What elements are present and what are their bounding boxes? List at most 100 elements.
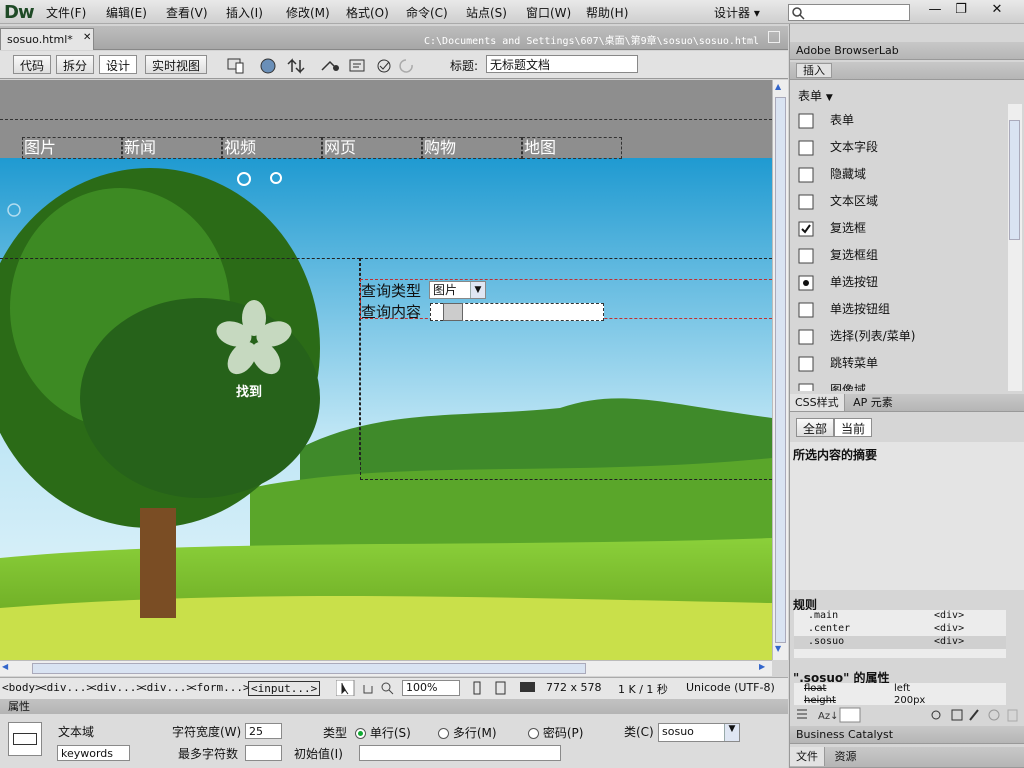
query-type-select[interactable]: 图片 ▼ [429,281,486,299]
css-property-row[interactable]: height 200px [794,695,1006,705]
design-canvas[interactable]: 找到 查询类型 图片 ▼ 查询内容 图片 新闻 视频 网页 购物 地图 [0,80,772,660]
horizontal-scrollbar[interactable]: ◀ ▶ [0,660,772,676]
restore-doc-icon[interactable] [768,31,780,43]
insert-item[interactable]: 复选框 [798,218,1003,244]
insert-item-label: 文本字段 [830,140,879,154]
radio-multi-line[interactable]: 多行(M) [438,724,497,741]
scroll-right-icon[interactable]: ▶ [759,662,765,671]
insert-item[interactable]: 文本字段 [798,137,1003,163]
svg-text:Az↓: Az↓ [818,711,838,722]
tablet-size-icon [495,681,506,695]
insert-scrollbar[interactable] [1008,104,1022,391]
insert-panel-tab[interactable]: 插入 [790,62,1024,80]
insert-item[interactable]: 表单 [798,110,1003,136]
search-icon [792,7,805,20]
rule-selector: .center [808,623,851,634]
maximize-button[interactable]: ❐ [946,1,976,21]
tab-close-icon[interactable]: ✕ [83,32,91,43]
vertical-scroll-thumb[interactable] [775,97,786,643]
char-width-input[interactable]: 25 [245,723,282,739]
insert-item[interactable]: 单选按钮 [798,272,1003,298]
radio-password[interactable]: 密码(P) [528,724,583,741]
max-chars-input[interactable] [245,745,282,761]
menu-item-3[interactable]: 插入(I) [226,4,263,21]
menu-item-9[interactable]: 帮助(H) [586,4,628,21]
insert-item[interactable]: 选择(列表/菜单) [798,326,1003,352]
insert-item[interactable]: 文本区域 [798,191,1003,217]
close-button[interactable]: ✕ [982,1,1012,21]
rule-row[interactable]: .center <div> [794,623,1006,636]
css-property-row[interactable]: float left [794,683,1006,695]
nav-link-0[interactable]: 图片 [22,137,122,159]
file-management-icon [287,58,305,74]
element-name-input[interactable]: keywords [57,745,130,761]
insert-item[interactable]: 图像域 [798,380,1003,391]
radio-icon [798,275,814,291]
insert-item[interactable]: 跳转菜单 [798,353,1003,379]
menu-item-6[interactable]: 命令(C) [406,4,448,21]
menu-item-0[interactable]: 文件(F) [46,4,86,21]
business-catalyst-tab[interactable]: Business Catalyst [790,726,1024,744]
nav-link-1[interactable]: 新闻 [122,137,222,159]
tag-selector-4[interactable]: <form...> [190,681,250,694]
nav-link-5[interactable]: 地图 [522,137,622,159]
menu-item-4[interactable]: 修改(M) [286,4,330,21]
nav-link-3[interactable]: 网页 [322,137,422,159]
design-view-button[interactable]: 设计 [99,55,138,74]
radio-single-line[interactable]: 单行(S) [355,724,411,741]
insert-item[interactable]: 复选框组 [798,245,1003,271]
code-view-button[interactable]: 代码 [13,55,52,74]
menu-item-8[interactable]: 窗口(W) [526,4,571,21]
insert-scroll-thumb[interactable] [1009,120,1020,240]
rule-row[interactable]: .sosuo <div> [794,636,1006,649]
nav-link-4[interactable]: 购物 [422,137,522,159]
insert-item[interactable]: 隐藏域 [798,164,1003,190]
document-tab[interactable]: sosuo.html* ✕ [0,28,94,50]
files-tab[interactable]: 文件 [790,747,825,766]
assets-tab[interactable]: 资源 [829,747,863,766]
css-styles-tab[interactable]: CSS样式 [790,394,845,411]
nav-link-2[interactable]: 视频 [222,137,322,159]
page-title-input[interactable]: 无标题文档 [486,55,638,73]
css-current-button[interactable]: 当前 [834,418,873,437]
rule-row[interactable]: .main <div> [794,610,1006,623]
tag-selector-3[interactable]: <div...> [140,681,193,694]
tag-selector-5[interactable]: <input...> [248,681,321,696]
tag-selector-2[interactable]: <div...> [90,681,143,694]
scroll-down-icon[interactable]: ▼ [775,644,786,656]
keywords-input[interactable] [430,303,604,321]
rule-tag: <div> [934,636,965,647]
live-view-button[interactable]: 实时视图 [145,55,208,74]
edit-rule-icon [969,709,979,721]
vertical-scrollbar[interactable]: ▲ ▼ [772,80,788,660]
preview-browser-icon [260,58,276,74]
checkbox-icon [798,221,814,237]
help-search-input[interactable] [788,4,910,21]
insert-tab-label: 插入 [796,63,832,78]
class-label: 类(C) [624,725,654,739]
ap-elements-tab[interactable]: AP 元素 [848,394,898,411]
text-field-icon [798,140,814,156]
insert-category-select[interactable]: 表单 ▼ [798,87,833,104]
menu-item-5[interactable]: 格式(O) [346,4,389,21]
menu-item-2[interactable]: 查看(V) [166,4,208,21]
css-all-button[interactable]: 全部 [796,418,835,437]
visual-aids-icon [349,59,365,72]
browserlab-panel-tab[interactable]: Adobe BrowserLab [790,42,1024,60]
window-size[interactable]: 772 x 578 [546,681,602,694]
tag-selector-1[interactable]: <div...> [40,681,93,694]
insert-item-label: 复选框组 [830,248,879,262]
split-view-button[interactable]: 拆分 [56,55,95,74]
radio-group-icon [798,302,814,318]
class-select[interactable]: sosuo ▼ [658,723,740,742]
tag-selector-0[interactable]: <body> [2,681,42,694]
horizontal-scroll-thumb[interactable] [32,663,586,674]
menu-item-7[interactable]: 站点(S) [466,4,507,21]
menu-item-1[interactable]: 编辑(E) [106,4,147,21]
scroll-up-icon[interactable]: ▲ [775,82,786,94]
workspace-switcher[interactable]: 设计器 ▾ [714,4,760,21]
scroll-left-icon[interactable]: ◀ [2,662,8,671]
initial-value-input[interactable] [359,745,561,761]
insert-item[interactable]: 单选按钮组 [798,299,1003,325]
zoom-select[interactable]: 100% [402,680,460,696]
